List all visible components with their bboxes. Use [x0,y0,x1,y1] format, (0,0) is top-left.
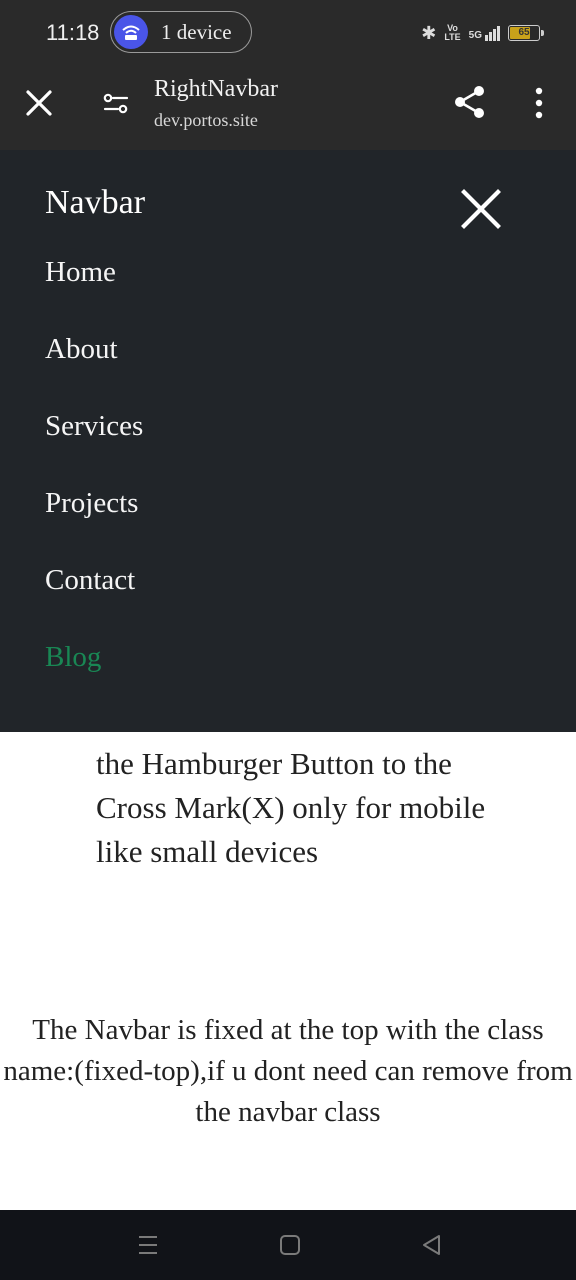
volte-icon: Vo LTE [444,23,461,42]
nav-link-about[interactable]: About [45,335,143,412]
nav-link-services[interactable]: Services [45,412,143,489]
nav-link-contact[interactable]: Contact [45,566,143,643]
nav-link-blog[interactable]: Blog [45,643,143,720]
nav-list: Home About Services Projects Contact Blo… [45,258,143,720]
nav-link-home[interactable]: Home [45,258,143,335]
description-text: the Hamburger Button to the Cross Mark(X… [96,746,486,869]
hotspot-label: 1 device [161,20,232,44]
back-icon[interactable] [418,1232,446,1258]
menu-icon[interactable] [134,1232,162,1258]
bluetooth-icon: ✱ [421,22,437,43]
navbar-brand[interactable]: Navbar [45,184,145,222]
status-bar: 11:18 1 device ✱ Vo LTE 5G 65 [0,0,576,66]
system-navigation-bar [0,1210,576,1280]
site-settings-icon[interactable] [100,88,132,120]
home-icon[interactable] [276,1232,304,1258]
clock: 11:18 [46,20,100,45]
close-icon[interactable] [22,86,56,120]
nav-link-projects[interactable]: Projects [45,489,143,566]
more-vert-icon[interactable] [528,86,550,120]
share-icon[interactable] [452,84,488,120]
page-content: the Hamburger Button to the Cross Mark(X… [0,732,576,1210]
navbar-menu: Navbar Home About Services Projects Cont… [0,150,576,732]
browser-toolbar: RightNavbar dev.portos.site [0,66,576,150]
hotspot-icon [114,15,148,49]
signal-icon: 5G [469,25,500,41]
page-url[interactable]: dev.portos.site [154,110,258,131]
close-icon[interactable] [458,186,504,232]
fixed-top-note: The Navbar is fixed at the top with the … [3,1014,573,1128]
page-title[interactable]: RightNavbar [154,76,278,103]
hotspot-chip[interactable]: 1 device [110,11,252,53]
system-icons: ✱ Vo LTE 5G 65 [421,20,544,46]
battery-icon: 65 [508,25,544,41]
battery-level: 65 [518,27,530,38]
